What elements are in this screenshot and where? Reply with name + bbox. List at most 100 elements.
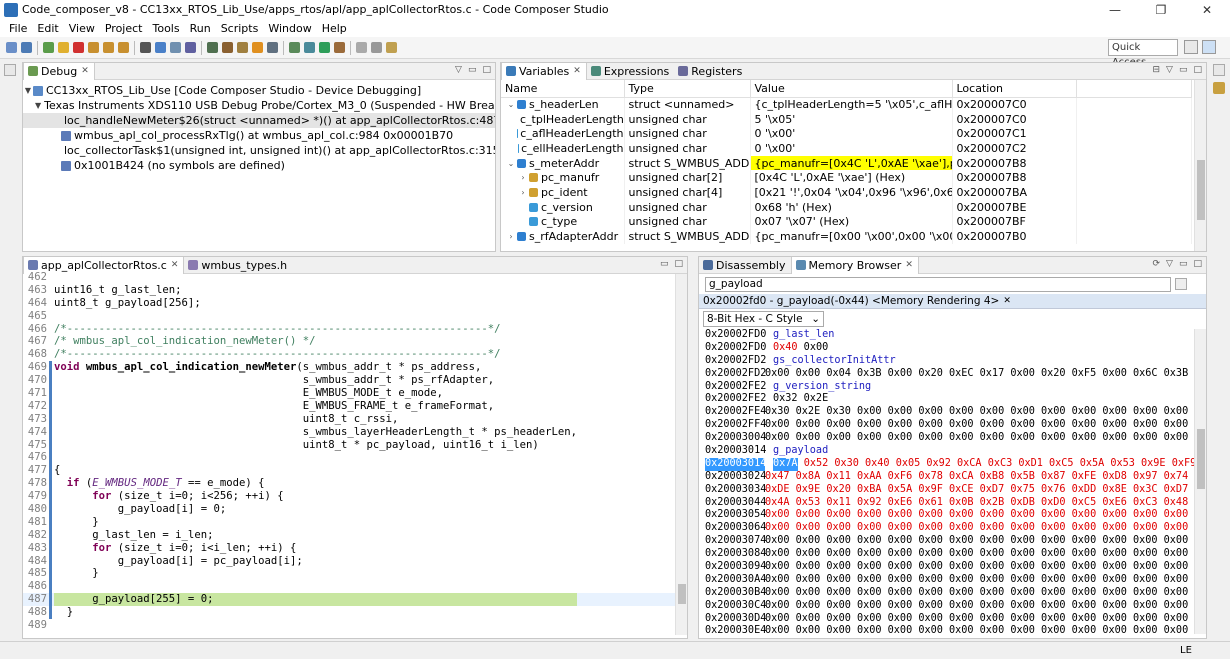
chevron-down-icon[interactable]: ▼ — [23, 86, 33, 95]
breakpoint-gutter[interactable] — [49, 335, 52, 348]
restore-icon[interactable] — [4, 64, 16, 76]
memory-row[interactable]: 0x20002FD0 g_last_len — [705, 329, 1206, 342]
view-menu-icon[interactable]: ▽ — [1166, 259, 1173, 269]
refresh-icon[interactable] — [304, 42, 315, 53]
tab-expressions[interactable]: Expressions — [587, 63, 674, 80]
variable-row[interactable]: c_tplHeaderLength unsigned char 5 '\x05'… — [501, 111, 1192, 127]
code-line[interactable]: 470 s_wmbus_addr_t * ps_rfAdapter, — [23, 374, 687, 388]
debug-view-icon[interactable] — [155, 42, 166, 53]
save-icon[interactable] — [21, 42, 32, 53]
variable-value[interactable]: 5 '\x05' — [750, 111, 953, 127]
code-line[interactable]: 486 — [23, 580, 687, 594]
breakpoint-gutter[interactable] — [49, 503, 52, 516]
scrollbar-thumb[interactable] — [1197, 160, 1205, 220]
variable-row[interactable]: c_ellHeaderLength unsigned char 0 '\x00'… — [501, 141, 1192, 156]
step-over-icon[interactable] — [103, 42, 114, 53]
breakpoint-gutter[interactable] — [49, 412, 52, 426]
breakpoint-gutter[interactable] — [49, 284, 52, 297]
pin-icon[interactable] — [371, 42, 382, 53]
memory-row[interactable]: 0x20003094 0x00 0x00 0x00 0x00 0x00 0x00 … — [705, 561, 1206, 574]
close-button[interactable]: ✕ — [1184, 0, 1230, 19]
minimize-button[interactable]: — — [1092, 0, 1138, 19]
column-name[interactable]: Name — [501, 80, 625, 98]
memory-address-input[interactable]: g_payload — [705, 276, 1171, 292]
memory-grid[interactable]: 0x20002FD0 g_last_len 0x20002FD0 0x40 0x00… — [699, 329, 1206, 634]
breakpoint-gutter[interactable] — [49, 490, 52, 504]
menu-scripts[interactable]: Scripts — [216, 22, 264, 35]
view-menu-icon[interactable]: ▽ — [455, 65, 462, 75]
code-line[interactable]: 465 — [23, 310, 687, 323]
external-tools-icon[interactable] — [334, 42, 345, 53]
maximize-icon[interactable]: □ — [674, 259, 683, 269]
run-icon[interactable] — [319, 42, 330, 53]
new-icon[interactable] — [6, 42, 17, 53]
chevron-down-icon[interactable]: ▼ — [35, 101, 41, 110]
load-icon[interactable] — [252, 42, 263, 53]
tab-disassembly[interactable]: Disassembly — [699, 257, 791, 274]
variables-scrollbar[interactable] — [1194, 80, 1206, 251]
code-line[interactable]: 485 } — [23, 567, 687, 581]
breakpoint-gutter[interactable] — [49, 464, 52, 478]
open-perspective-icon[interactable] — [1184, 40, 1198, 54]
scrollbar-thumb[interactable] — [1197, 429, 1205, 489]
variable-row[interactable]: c_type unsigned char 0x07 '\x07' (Hex) 0… — [501, 214, 1192, 230]
quick-access-input[interactable]: Quick Access — [1108, 39, 1178, 68]
code-line[interactable]: 479 for (size_t i=0; i<256; ++i) { — [23, 490, 687, 504]
format-select[interactable]: 8-Bit Hex - C Style ⌄ — [703, 311, 824, 327]
variable-value[interactable]: [0x21 '!',0x04 '\x04',0x96 '\x96',0x66 '… — [750, 185, 953, 200]
tab-registers[interactable]: Registers — [674, 63, 747, 80]
memory-row[interactable]: 0x200030C4 0x00 0x00 0x00 0x00 0x00 0x00 … — [705, 600, 1206, 613]
variable-value[interactable]: 0 '\x00' — [750, 126, 953, 142]
memory-row[interactable]: 0x20003004 0x00 0x00 0x00 0x00 0x00 0x00 … — [705, 432, 1206, 445]
step-return-icon[interactable] — [118, 42, 129, 53]
code-line[interactable]: 467 /* wmbus_apl_col_indication_newMeter(… — [23, 335, 687, 348]
pencil-icon[interactable] — [386, 42, 397, 53]
chevron-right-icon[interactable]: › — [505, 232, 517, 241]
code-line[interactable]: 463 uint16_t g_last_len; — [23, 284, 687, 297]
breakpoint-gutter[interactable] — [49, 438, 52, 452]
close-icon[interactable]: ✕ — [81, 66, 89, 76]
menu-help[interactable]: Help — [317, 22, 352, 35]
suspend-icon[interactable] — [58, 42, 69, 53]
search-icon[interactable] — [356, 42, 367, 53]
maximize-icon[interactable]: □ — [1193, 65, 1202, 75]
code-line[interactable]: 464 uint8_t g_payload[256]; — [23, 297, 687, 310]
code-line[interactable]: 462 — [23, 271, 687, 284]
variable-row[interactable]: › s_rfAdapterAddr struct S_WMBUS_ADDR_T {… — [501, 229, 1192, 244]
memory-row[interactable]: 0x20002FF4 0x00 0x00 0x00 0x00 0x00 0x00 … — [705, 419, 1206, 432]
code-line[interactable]: 481 } — [23, 515, 687, 529]
memory-rendering-tab[interactable]: 0x20002fd0 - g_payload(-0x44) <Memory Re… — [699, 294, 1206, 309]
debug-perspective-icon[interactable] — [1202, 40, 1216, 54]
refresh-icon[interactable]: ⟳ — [1153, 259, 1161, 269]
terminate-icon[interactable] — [73, 42, 84, 53]
close-icon[interactable]: ✕ — [905, 260, 913, 270]
code-line[interactable]: 482 g_last_len = i_len; — [23, 528, 687, 542]
menu-edit[interactable]: Edit — [32, 22, 63, 35]
debug-session-row[interactable]: ▼ CC13xx_RTOS_Lib_Use [Code Composer Stu… — [23, 83, 495, 98]
chevron-down-icon[interactable]: ⌄ — [505, 159, 517, 168]
memory-row[interactable]: 0x20003074 0x00 0x00 0x00 0x00 0x00 0x00 … — [705, 535, 1206, 548]
variable-row[interactable]: c_aflHeaderLength unsigned char 0 '\x00'… — [501, 126, 1192, 142]
chevron-right-icon[interactable]: › — [517, 173, 529, 182]
stack-frame-row[interactable]: 0x1001B424 (no symbols are defined) — [23, 158, 495, 173]
minimize-icon[interactable]: ▭ — [1179, 259, 1188, 269]
memory-row[interactable]: 0x20002FE2 0x32 0x2E — [705, 393, 1206, 406]
code-line[interactable]: 488 } — [23, 606, 687, 620]
breakpoint-gutter[interactable] — [49, 606, 52, 620]
minimize-icon[interactable]: ▭ — [1179, 65, 1188, 75]
breakpoint-gutter[interactable] — [49, 323, 52, 336]
editor-scrollbar[interactable] — [675, 274, 687, 635]
stack-frame-row[interactable]: wmbus_apl_col_processRxTlg() at wmbus_ap… — [23, 128, 495, 143]
code-line[interactable]: 483 for (size_t i=0; i<i_len; ++i) { — [23, 541, 687, 555]
collapse-all-icon[interactable]: ⊟ — [1153, 65, 1161, 75]
tools-icon[interactable] — [237, 42, 248, 53]
settings-icon[interactable] — [289, 42, 300, 53]
tab-memory-browser[interactable]: Memory Browser ✕ — [790, 257, 919, 274]
target-icon[interactable] — [185, 42, 196, 53]
breakpoint-gutter[interactable] — [49, 361, 52, 375]
breakpoint-gutter[interactable] — [49, 593, 52, 607]
memory-row[interactable]: 0x200030D4 0x00 0x00 0x00 0x00 0x00 0x00 … — [705, 613, 1206, 626]
variable-value[interactable]: 0x68 'h' (Hex) — [750, 199, 953, 215]
breakpoint-gutter[interactable] — [49, 541, 52, 555]
breakpoint-gutter[interactable] — [49, 554, 52, 568]
